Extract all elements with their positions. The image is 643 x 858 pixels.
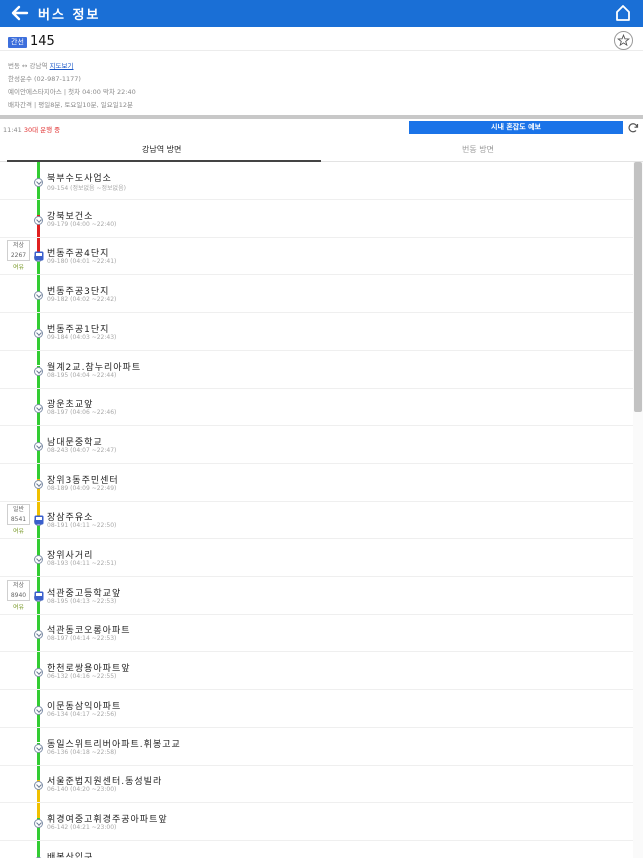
- stop-schedule: 06-136 (04:18 ~22:58): [47, 748, 117, 756]
- bus-number: 2267: [10, 252, 27, 260]
- status-row: 11:41 30대 운행 중 시내 혼잡도 예보: [0, 119, 643, 137]
- stop-schedule: 09-179 (04:00 ~22:40): [47, 220, 117, 228]
- top-bar: 버스 정보: [0, 0, 643, 27]
- stop-schedule: 08-197 (04:14 ~22:53): [47, 635, 117, 643]
- forecast-button[interactable]: 시내 혼잡도 예보: [409, 121, 623, 134]
- home-icon[interactable]: [615, 4, 631, 22]
- stop-schedule: 06-132 (04:16 ~22:55): [47, 673, 117, 681]
- route-info: 간선 145 번동 ↔ 강남역 지도보기 한성운수 (02-987-1177) …: [0, 27, 643, 115]
- bus-type: 저상: [12, 581, 25, 589]
- stop-row[interactable]: [0, 539, 633, 577]
- stop-chevron-icon: [34, 705, 43, 715]
- star-icon[interactable]: [614, 31, 633, 50]
- stop-chevron-icon: [34, 743, 43, 753]
- running-count: 30대 운행 중: [23, 126, 61, 134]
- bus-badge[interactable]: 저상 8940: [7, 579, 30, 601]
- stop-schedule: 09-182 (04:02 ~22:42): [47, 296, 117, 304]
- stop-chevron-icon: [34, 818, 43, 828]
- stop-list[interactable]: 북부수도사업소 09-154 (정보없음 ~정보없음) 강북보건소 09-179 (0…: [0, 162, 643, 858]
- route-company: 한성운수 (02-987-1177): [8, 75, 81, 83]
- stop-schedule: 08-195 (04:13 ~22:53): [47, 597, 117, 605]
- stop-schedule: 08-243 (04:07 ~22:47): [47, 446, 117, 454]
- tab-gangnam[interactable]: 강남역 방면: [142, 144, 181, 155]
- stop-row[interactable]: [0, 200, 633, 238]
- bus-icon[interactable]: [34, 251, 44, 262]
- stop-schedule: 08-195 (04:04 ~22:44): [47, 371, 117, 379]
- bus-number: 8541: [10, 516, 27, 524]
- route-hours: 예이안에스타지아스 | 첫차 04:00 막차 22:40: [8, 88, 136, 96]
- stop-schedule: 06-134 (04:17 ~22:56): [47, 710, 117, 718]
- stop-schedule: 06-142 (04:21 ~23:00): [47, 823, 117, 831]
- bus-type: 일반: [12, 506, 25, 514]
- bus-congestion: 여유: [12, 603, 25, 611]
- route-type-badge: 간선: [8, 37, 27, 48]
- bus-congestion: 여유: [12, 528, 25, 536]
- scrollbar-thumb[interactable]: [634, 162, 642, 412]
- stop-chevron-icon: [34, 366, 43, 376]
- tab-beondong[interactable]: 번동 방면: [462, 144, 494, 155]
- stop-schedule: 08-193 (04:11 ~22:51): [47, 560, 117, 567]
- status-text: 11:41 30대 운행 중: [3, 124, 60, 134]
- stop-row[interactable]: [0, 388, 633, 427]
- bus-number: 8940: [10, 591, 27, 599]
- route-direction-line: 번동 ↔ 강남역 지도보기: [8, 60, 73, 70]
- stop-chevron-icon: [34, 555, 43, 564]
- stop-chevron-icon: [34, 328, 43, 338]
- route-number: 145: [30, 34, 55, 49]
- map-link[interactable]: 지도보기: [50, 62, 74, 70]
- stop-row[interactable]: [0, 841, 633, 858]
- stop-chevron-icon: [34, 215, 43, 225]
- route-direction: 번동 ↔ 강남역: [8, 62, 48, 70]
- bus-badge[interactable]: 저상 2267: [7, 240, 30, 262]
- bus-type: 저상: [12, 242, 25, 250]
- stop-schedule: 08-197 (04:06 ~22:46): [47, 409, 117, 417]
- stop-schedule: 09-154 (정보없음 ~정보없음): [47, 185, 126, 192]
- stop-row[interactable]: [0, 501, 633, 540]
- direction-tabs: 강남역 방면 번동 방면: [0, 137, 643, 162]
- stop-schedule: 06-140 (04:20 ~23:00): [47, 786, 117, 794]
- bus-icon[interactable]: [34, 515, 44, 526]
- bus-congestion: 여유: [12, 264, 25, 272]
- bus-badge[interactable]: 일반 8541: [7, 504, 30, 526]
- page-title: 버스 정보: [38, 8, 101, 23]
- route-interval: 배차간격 | 평일8분, 토요일10분, 일요일12분: [8, 101, 133, 109]
- stop-name: 배봉산입구: [47, 852, 94, 858]
- stop-chevron-icon: [34, 441, 43, 451]
- stop-chevron-icon: [34, 178, 43, 187]
- stop-schedule: 09-180 (04:01 ~22:41): [47, 258, 117, 266]
- stop-chevron-icon: [34, 479, 43, 489]
- stop-schedule: 08-191 (04:11 ~22:50): [47, 522, 117, 530]
- status-time: 11:41: [3, 126, 22, 134]
- stop-schedule: 09-184 (04:03 ~22:43): [47, 333, 117, 341]
- back-arrow-icon[interactable]: [10, 3, 30, 23]
- divider: [0, 50, 643, 51]
- stop-schedule: 08-189 (04:09 ~22:49): [47, 484, 117, 492]
- bus-icon[interactable]: [34, 591, 44, 602]
- refresh-icon[interactable]: [627, 122, 639, 134]
